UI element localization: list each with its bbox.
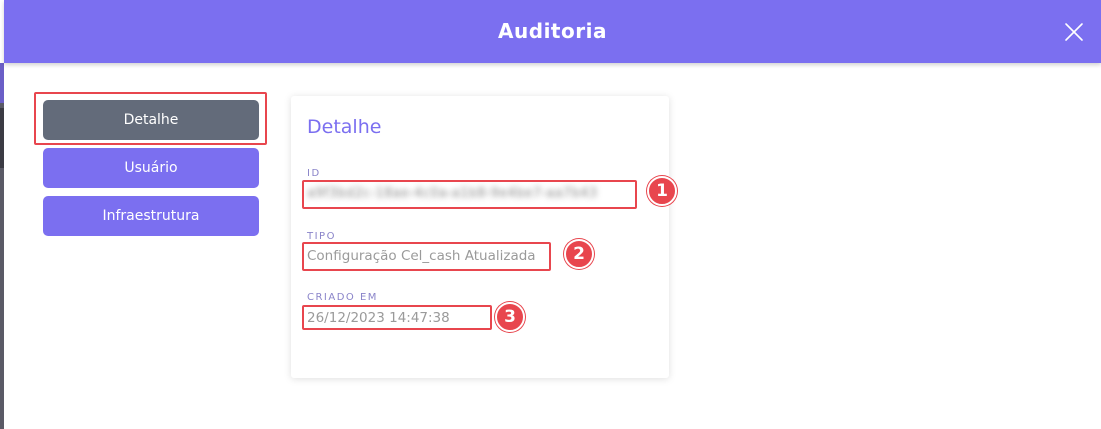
close-icon[interactable]: [1062, 20, 1086, 44]
field-label-criado-em: CRIADO EM: [307, 292, 378, 303]
annotation-badge-3: 3: [495, 302, 525, 332]
audit-modal: Auditoria Detalhe Usuário Infraestrutura…: [4, 0, 1101, 429]
card-title: Detalhe: [307, 116, 382, 138]
detail-card: Detalhe ID a9f3bd2c-18ae-4c0a-a1b8-9e4be…: [291, 96, 669, 378]
nav-item-detalhe[interactable]: Detalhe: [43, 100, 259, 140]
annotation-badge-1: 1: [647, 176, 677, 206]
annotation-badge-2: 2: [564, 239, 594, 269]
modal-title: Auditoria: [498, 19, 607, 43]
field-value-id: a9f3bd2c-18ae-4c0a-a1b8-9e4be7-aa7b43: [307, 185, 598, 201]
nav-item-infraestrutura[interactable]: Infraestrutura: [43, 196, 259, 236]
modal-header: Auditoria: [4, 0, 1101, 63]
nav-item-usuario[interactable]: Usuário: [43, 148, 259, 188]
field-value-tipo: Configuração Cel_cash Atualizada: [307, 248, 536, 264]
field-label-id: ID: [307, 168, 321, 179]
field-value-criado-em: 26/12/2023 14:47:38: [307, 310, 450, 326]
field-label-tipo: TIPO: [307, 231, 336, 242]
